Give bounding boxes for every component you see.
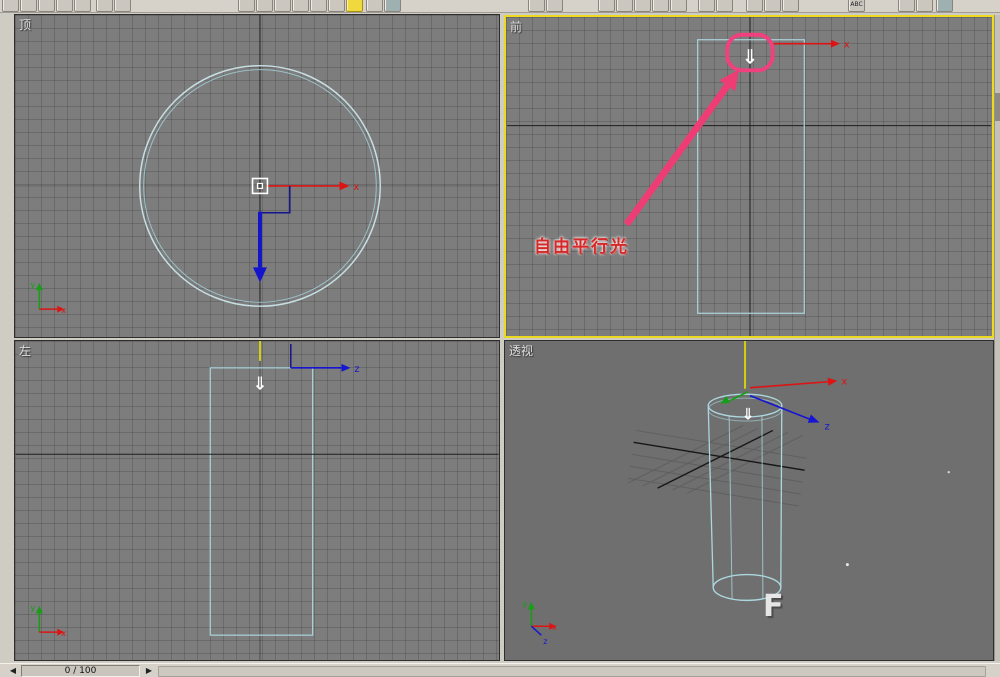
toolbar-icon[interactable]: [384, 0, 401, 12]
3dsmax-window: ABC 顶 x y x 前 x ⇓ 自由平行光 左 z ⇓ y x 透视 x z…: [0, 0, 1000, 677]
speck: [947, 470, 950, 474]
tripod-y-arrowhead: [527, 601, 535, 610]
x-axis-label: x: [353, 182, 359, 193]
right-scrollbar[interactable]: [994, 15, 1000, 661]
directional-light-icon[interactable]: ⇓: [252, 374, 267, 395]
viewport-perspective[interactable]: 透视 x z ⇓ y x z F: [504, 340, 994, 661]
cylinder-front-outline[interactable]: [697, 39, 805, 314]
toolbar-icon-active[interactable]: [346, 0, 363, 12]
tripod-x-label: x: [552, 623, 557, 632]
x-axis-label: x: [844, 40, 850, 51]
y-axis-arrowhead: [253, 267, 267, 283]
tripod-y-label: y: [522, 599, 527, 608]
x-axis-arrow[interactable]: [749, 380, 829, 389]
toolbar-icon[interactable]: [528, 0, 545, 12]
toolbar-abc-icon[interactable]: ABC: [848, 0, 865, 12]
toolbar-icon[interactable]: [898, 0, 915, 12]
x-axis-arrowhead: [339, 181, 350, 191]
toolbar-icon[interactable]: [616, 0, 633, 12]
toolbar-abc-label: ABC: [850, 1, 863, 8]
tripod-y-label: y: [30, 603, 35, 612]
watermark-letter: F: [763, 589, 784, 624]
y-axis-arrow[interactable]: [729, 390, 749, 402]
toolbar-icon[interactable]: [310, 0, 327, 12]
directional-light-icon[interactable]: ⇓: [741, 405, 754, 424]
prev-frame-icon: ◀: [9, 666, 17, 675]
grid-line: [627, 477, 799, 507]
toolbar-icon[interactable]: [916, 0, 933, 12]
cylinder-segment-line: [761, 415, 764, 600]
cylinder-side-outline[interactable]: [209, 367, 314, 636]
tripod-y-arrowhead: [35, 605, 43, 614]
toolbar-icon[interactable]: [56, 0, 73, 12]
toolbar-icon[interactable]: [328, 0, 345, 12]
tripod-x-label: x: [61, 306, 66, 315]
timeline-frame-field[interactable]: 0 / 100: [21, 665, 140, 677]
viewport-front[interactable]: 前 x ⇓ 自由平行光: [504, 15, 994, 338]
toolbar-icon[interactable]: [634, 0, 651, 12]
toolbar-icon[interactable]: [936, 0, 953, 12]
toolbar-icon[interactable]: [546, 0, 563, 12]
tripod-y-arrowhead: [35, 282, 43, 291]
tripod-z-label: z: [543, 637, 547, 646]
toolbar-icon[interactable]: [598, 0, 615, 12]
toolbar-icon[interactable]: [74, 0, 91, 12]
cylinder-edge: [707, 406, 714, 588]
toolbar-icon[interactable]: [38, 0, 55, 12]
toolbar-icon[interactable]: [274, 0, 291, 12]
toolbar-icon[interactable]: [716, 0, 733, 12]
cylinder-segment-line: [728, 415, 733, 600]
toolbar-icon[interactable]: [764, 0, 781, 12]
toolbar-icon[interactable]: [256, 0, 273, 12]
cylinder-edge: [780, 406, 783, 588]
axis-corner-handle[interactable]: [261, 185, 291, 214]
left-viewport-canvas[interactable]: z ⇓ y x: [15, 341, 499, 660]
top-viewport-canvas[interactable]: x y x: [15, 15, 499, 337]
z-axis-label: z: [354, 364, 359, 375]
frame-counter: 0 / 100: [64, 666, 97, 676]
next-frame-icon: ▶: [145, 666, 153, 675]
z-axis-label: z: [825, 421, 830, 432]
toolbar-icon[interactable]: [2, 0, 19, 12]
toolbar-icon[interactable]: [114, 0, 131, 12]
grid-main-axis: [633, 441, 805, 471]
timeline-next-button[interactable]: ▶: [142, 665, 156, 677]
toolbar-icon[interactable]: [782, 0, 799, 12]
viewport-perspective-label[interactable]: 透视: [509, 342, 533, 359]
x-axis-arrowhead: [830, 39, 840, 48]
x-axis-label: x: [841, 377, 847, 388]
toolbar-icon[interactable]: [96, 0, 113, 12]
front-viewport-canvas[interactable]: x ⇓: [506, 17, 992, 336]
annotation-arrow: [623, 81, 733, 227]
toolbar-icon[interactable]: [746, 0, 763, 12]
z-axis-arrowhead: [341, 363, 351, 372]
viewport-left[interactable]: 左 z ⇓ y x: [14, 340, 500, 661]
annotation-text: 自由平行光: [534, 237, 629, 257]
toolbar-icon[interactable]: [698, 0, 715, 12]
viewport-front-label[interactable]: 前: [510, 18, 522, 35]
tripod-x-label: x: [61, 629, 66, 638]
tripod-y-label: y: [30, 280, 35, 289]
toolbar-icon[interactable]: [20, 0, 37, 12]
toolbar-icon[interactable]: [670, 0, 687, 12]
toolbar-icon[interactable]: [652, 0, 669, 12]
x-axis-arrowhead: [827, 377, 838, 386]
tripod-z-axis: [530, 625, 542, 636]
right-scrollbar-thumb[interactable]: [995, 93, 1000, 121]
directional-light-icon[interactable]: ⇓: [742, 45, 759, 68]
timeline-prev-button[interactable]: ◀: [6, 665, 20, 677]
viewport-top-label[interactable]: 顶: [19, 16, 31, 33]
timeline-track[interactable]: [158, 666, 986, 677]
toolbar-icon[interactable]: [366, 0, 383, 12]
speck: [845, 563, 849, 567]
viewport-left-label[interactable]: 左: [19, 342, 31, 359]
viewport-top[interactable]: 顶 x y x: [14, 14, 500, 338]
z-axis-arrowhead: [807, 414, 820, 423]
main-toolbar: ABC: [0, 0, 1000, 13]
timeline-bar: ◀ 0 / 100 ▶: [0, 663, 1000, 677]
toolbar-icon[interactable]: [238, 0, 255, 12]
perspective-viewport-canvas[interactable]: x z ⇓ y x z: [505, 341, 993, 660]
toolbar-icon[interactable]: [292, 0, 309, 12]
